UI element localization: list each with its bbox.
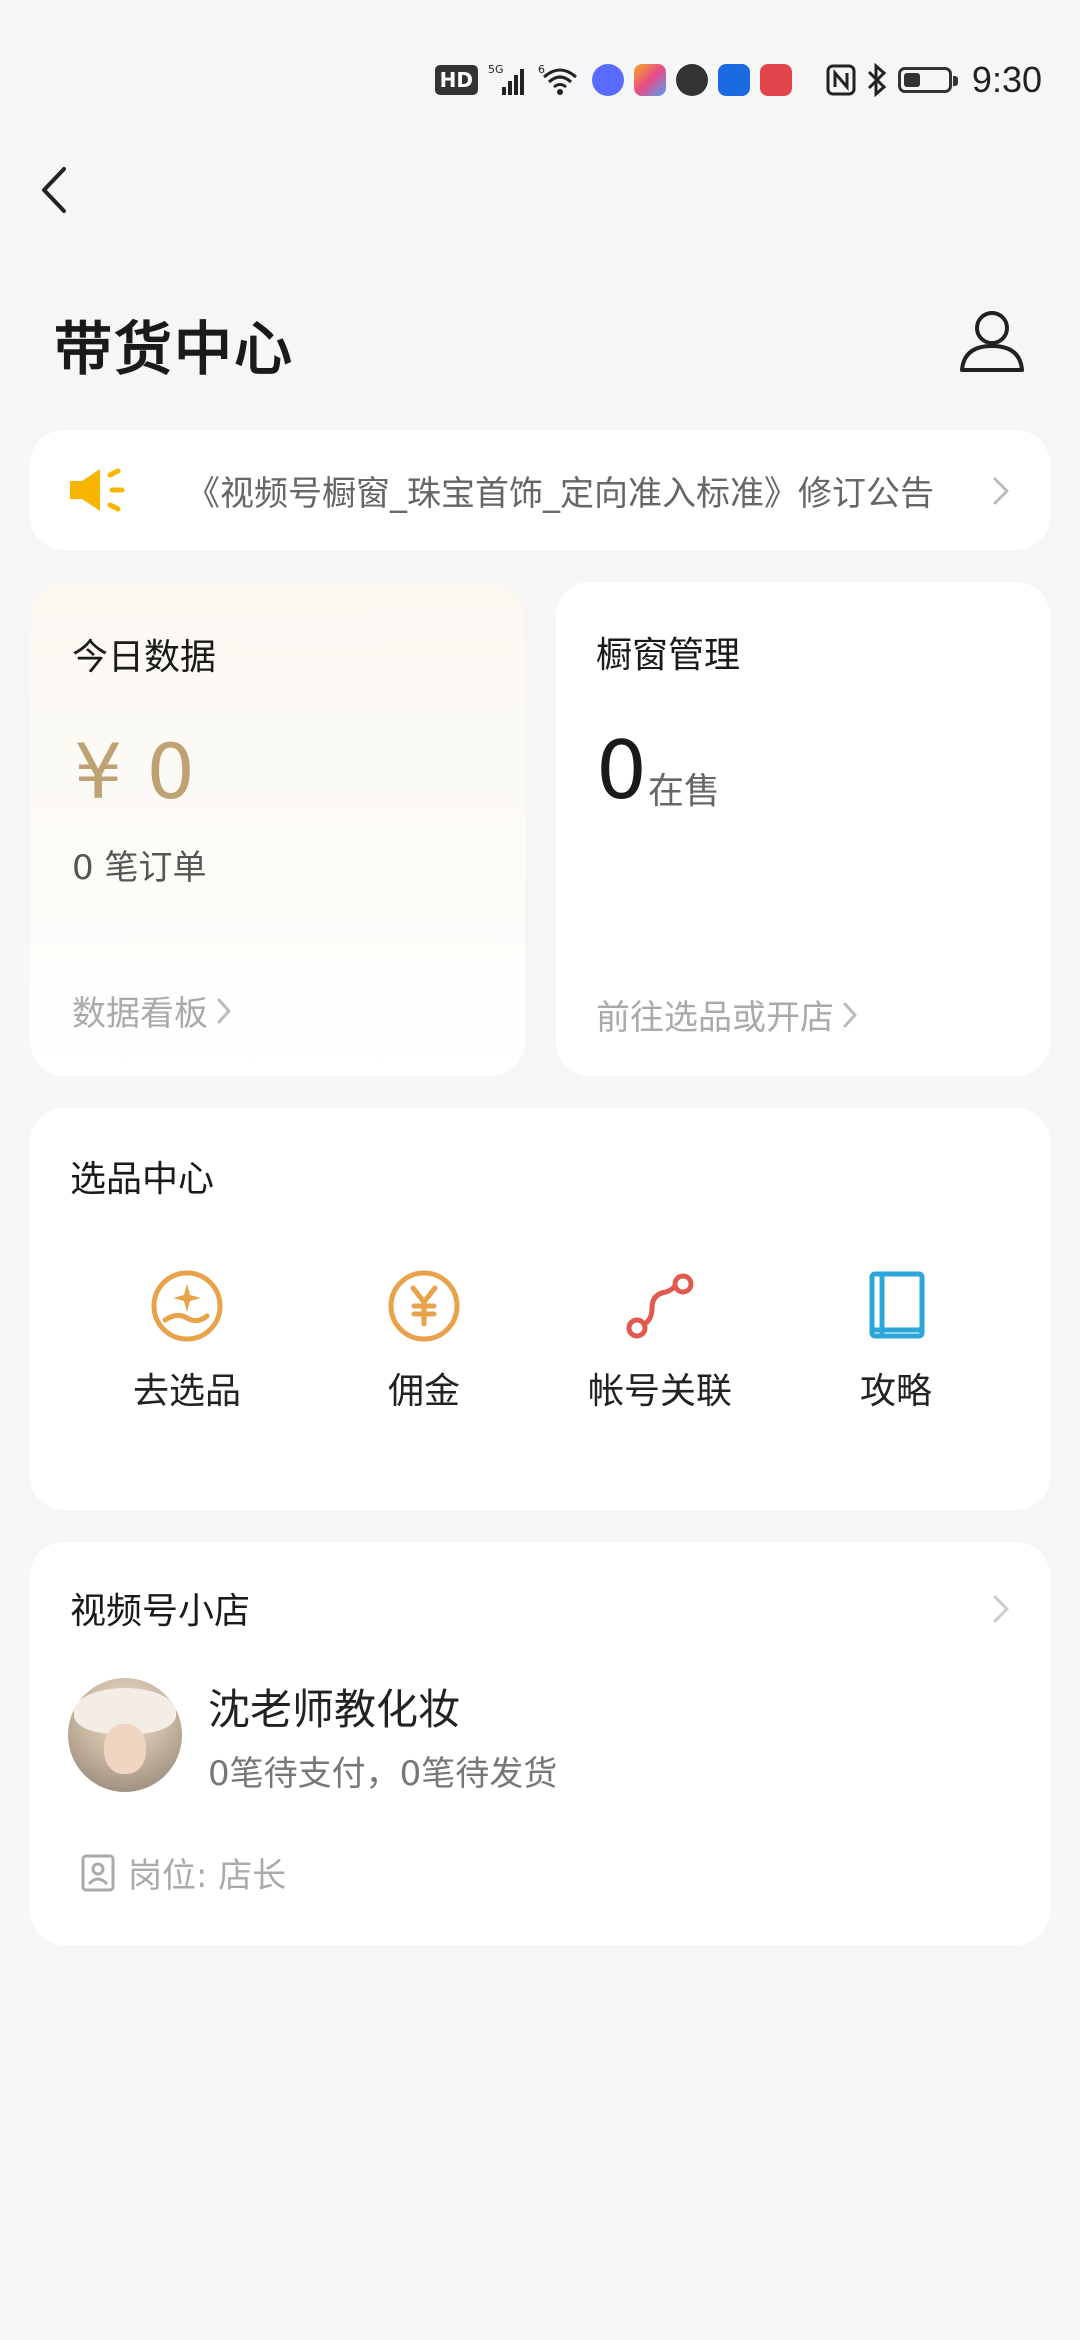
reader-app-icon	[759, 64, 792, 96]
megaphone-icon	[70, 468, 125, 512]
chevron-right-icon	[993, 1595, 1009, 1623]
wifi-icon: 6	[538, 63, 577, 95]
user-icon[interactable]	[958, 308, 1026, 374]
page-title: 带货中心	[54, 315, 295, 383]
hd-indicator: HD	[434, 65, 478, 95]
chevron-left-icon[interactable]	[34, 165, 74, 215]
showcase-unit: 在售	[648, 771, 721, 812]
chevron-right-icon	[217, 998, 231, 1023]
tips-app-icon	[717, 64, 750, 96]
tool-label: 佣金	[387, 1371, 460, 1412]
today-orders: 0 笔订单	[72, 848, 207, 888]
svg-text:6: 6	[538, 63, 545, 76]
battery-icon	[897, 67, 958, 93]
showcase-count: 0	[596, 724, 647, 817]
account-link-icon	[626, 1273, 694, 1339]
bluetooth-icon	[867, 63, 887, 97]
select-center-title: 选品中心	[70, 1159, 215, 1200]
shop-name: 沈老师教化妆	[208, 1685, 461, 1734]
status-icons: HD 5G 6 9:30	[434, 52, 1042, 108]
status-bar: HD 5G 6 9:30	[0, 0, 1080, 150]
video-shop-card[interactable]: 视频号小店 沈老师教化妆 0笔待支付，0笔待发货 岗位: 店长	[30, 1542, 1050, 1945]
video-shop-title: 视频号小店	[70, 1591, 251, 1632]
today-data-title: 今日数据	[72, 637, 217, 678]
browser-app-icon	[675, 64, 708, 96]
data-dashboard-link[interactable]: 数据看板	[72, 986, 232, 1035]
tool-label: 去选品	[132, 1371, 241, 1412]
shop-avatar	[68, 1678, 182, 1792]
signal-icon: 5G	[488, 63, 524, 95]
nfc-icon	[826, 64, 856, 96]
go-select-or-open-link[interactable]: 前往选品或开店	[596, 990, 858, 1039]
guide-book-icon	[869, 1271, 925, 1339]
tool-label: 攻略	[859, 1371, 932, 1412]
today-amount: ¥ 0	[74, 727, 195, 816]
select-product-icon	[151, 1270, 223, 1342]
showcase-title: 橱窗管理	[596, 635, 741, 676]
tool-commission[interactable]: 佣金	[314, 1268, 534, 1414]
app-icon	[633, 64, 666, 96]
data-dashboard-label: 数据看板	[72, 994, 208, 1034]
showcase-card[interactable]: 橱窗管理 0 在售 前往选品或开店	[556, 582, 1050, 1076]
clock: 9:30	[971, 59, 1042, 100]
chevron-right-icon	[993, 477, 1009, 505]
go-select-label: 前往选品或开店	[596, 998, 834, 1038]
today-data-card[interactable]: 今日数据 ¥ 0 0 笔订单 数据看板	[30, 582, 525, 1076]
music-app-icon	[591, 64, 624, 96]
shop-role: 岗位: 店长	[80, 1848, 286, 1897]
tool-select-product[interactable]: 去选品	[77, 1268, 297, 1414]
tool-account-link[interactable]: 帐号关联	[550, 1268, 770, 1414]
select-center-card: 选品中心 去选品 佣金 帐号关联 攻略	[30, 1108, 1050, 1510]
notice-banner[interactable]: 《视频号橱窗_珠宝首饰_定向准入标准》修订公告	[30, 430, 1050, 550]
id-badge-icon	[81, 1854, 115, 1891]
tool-guide[interactable]: 攻略	[786, 1268, 1006, 1414]
shop-role-label: 岗位: 店长	[128, 1856, 287, 1896]
tool-label: 帐号关联	[587, 1371, 732, 1412]
commission-icon	[388, 1270, 460, 1342]
chevron-right-icon	[843, 1002, 857, 1027]
notice-text: 《视频号橱窗_珠宝首饰_定向准入标准》修订公告	[186, 473, 934, 514]
svg-text:5G: 5G	[488, 63, 504, 76]
shop-order-status: 0笔待支付，0笔待发货	[208, 1754, 558, 1794]
